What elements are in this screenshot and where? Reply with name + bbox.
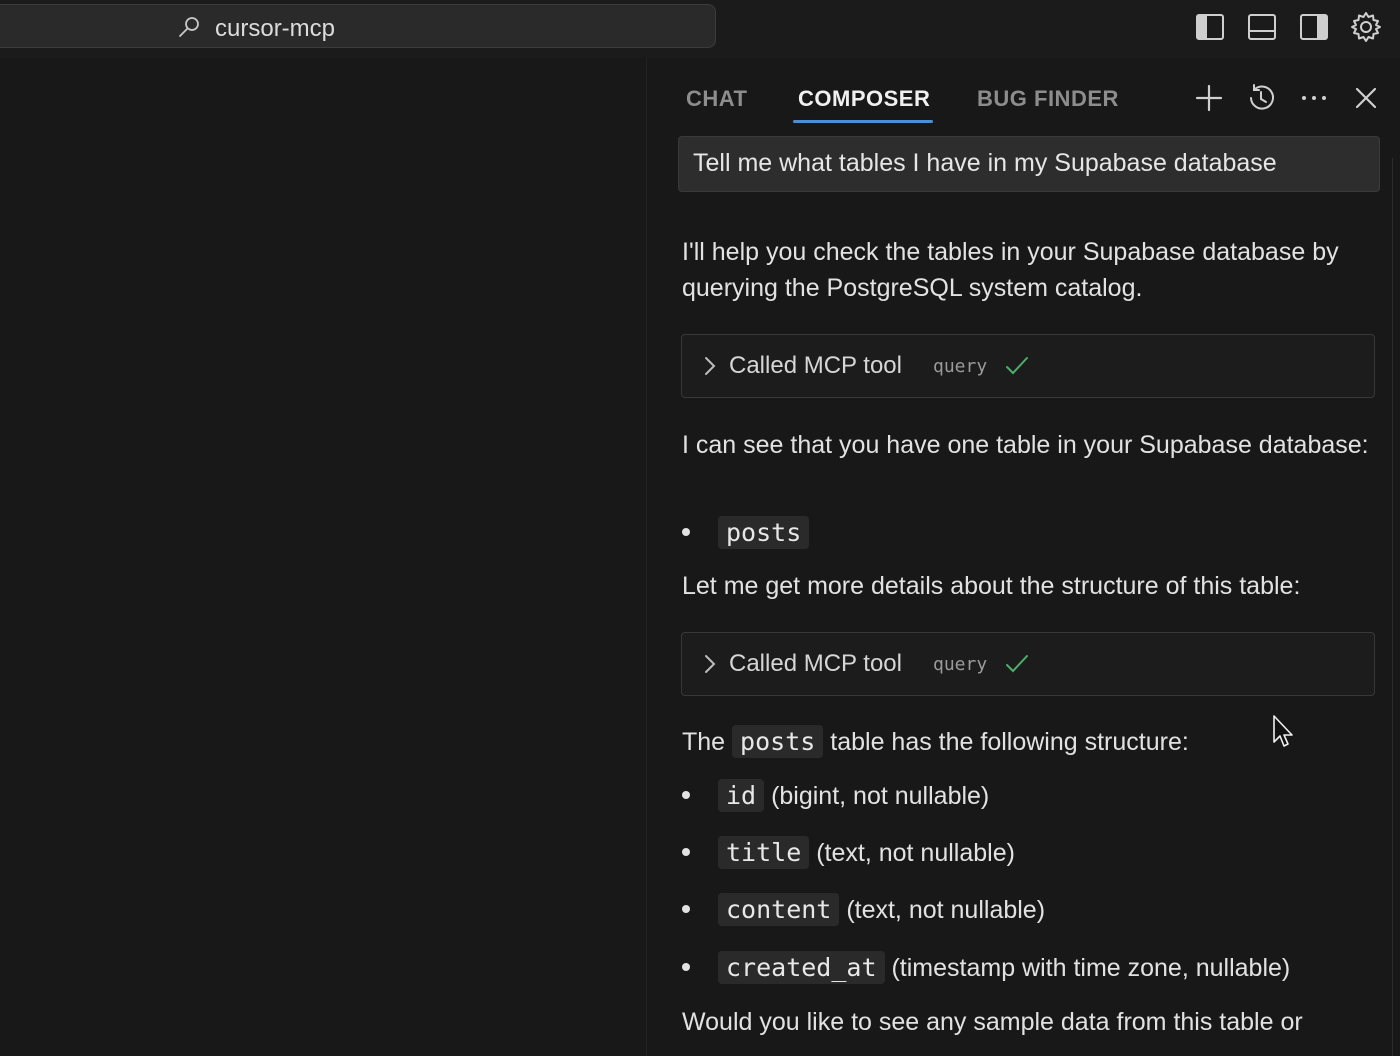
column-name-code: title	[718, 836, 810, 869]
tab-bug-finder[interactable]: BUG FINDER	[977, 86, 1119, 112]
assistant-intro-text: I'll help you check the tables in your S…	[682, 238, 1339, 302]
column-description: (text, not nullable)	[846, 896, 1046, 924]
column-name-code: content	[718, 893, 840, 926]
search-icon	[177, 15, 201, 39]
user-message[interactable]: Tell me what tables I have in my Supabas…	[678, 136, 1380, 192]
check-icon	[1004, 353, 1030, 379]
bullet-icon	[682, 528, 690, 536]
assistant-closing-text: Would you like to see any sample data fr…	[682, 1008, 1303, 1036]
tool-call-label: Called MCP tool	[729, 650, 902, 677]
search-project-name: cursor-mcp	[215, 15, 336, 42]
column-description: (bigint, not nullable)	[771, 782, 990, 810]
toggle-panel-icon[interactable]	[1246, 11, 1278, 43]
table-name-code: posts	[718, 516, 810, 549]
active-tab-indicator	[793, 120, 933, 123]
bullet-icon	[682, 963, 690, 971]
history-icon[interactable]	[1245, 82, 1277, 114]
editor-area	[0, 58, 646, 1056]
bullet-icon	[682, 848, 690, 856]
structure-suffix: table has the following structure:	[830, 728, 1189, 756]
column-description: (text, not nullable)	[816, 839, 1015, 867]
structure-prefix: The	[682, 728, 726, 756]
column-name-code: created_at	[718, 951, 885, 984]
tool-name-badge: query	[933, 654, 988, 675]
assistant-details-text: Let me get more details about the struct…	[682, 572, 1301, 600]
more-icon[interactable]	[1298, 82, 1330, 114]
check-icon	[1004, 651, 1030, 677]
close-icon[interactable]	[1350, 82, 1382, 114]
gear-icon[interactable]	[1350, 11, 1382, 43]
bullet-icon	[682, 905, 690, 913]
list-item: title (text, not nullable)	[682, 833, 1382, 873]
tab-chat[interactable]: CHAT	[686, 86, 747, 112]
mouse-pointer-icon	[1272, 714, 1296, 750]
tool-name-badge: query	[933, 356, 988, 377]
table-name-code: posts	[732, 725, 824, 758]
column-description: (timestamp with time zone, nullable)	[891, 954, 1291, 982]
tab-composer[interactable]: COMPOSER	[798, 86, 930, 112]
chevron-right-icon	[700, 353, 720, 379]
list-item: created_at (timestamp with time zone, nu…	[682, 948, 1382, 988]
plus-icon[interactable]	[1193, 82, 1225, 114]
list-item: posts	[682, 513, 1382, 553]
assistant-found-text: I can see that you have one table in you…	[682, 431, 1369, 459]
column-name-code: id	[718, 779, 765, 812]
mcp-tool-call[interactable]: Called MCP tool query	[681, 334, 1375, 398]
toggle-secondary-sidebar-icon[interactable]	[1298, 11, 1330, 43]
list-item: content (text, not nullable)	[682, 890, 1382, 930]
composer-panel: CHAT COMPOSER BUG FINDER Tell me what ta…	[646, 58, 1400, 1056]
chevron-right-icon	[700, 651, 720, 677]
scrollbar[interactable]	[1392, 158, 1400, 1056]
toggle-primary-sidebar-icon[interactable]	[1194, 11, 1226, 43]
command-center-search[interactable]: cursor-mcp	[0, 4, 716, 48]
list-item: id (bigint, not nullable)	[682, 776, 1382, 816]
mcp-tool-call[interactable]: Called MCP tool query	[681, 632, 1375, 696]
tool-call-label: Called MCP tool	[729, 352, 902, 379]
title-bar: cursor-mcp	[0, 0, 1400, 58]
bullet-icon	[682, 791, 690, 799]
